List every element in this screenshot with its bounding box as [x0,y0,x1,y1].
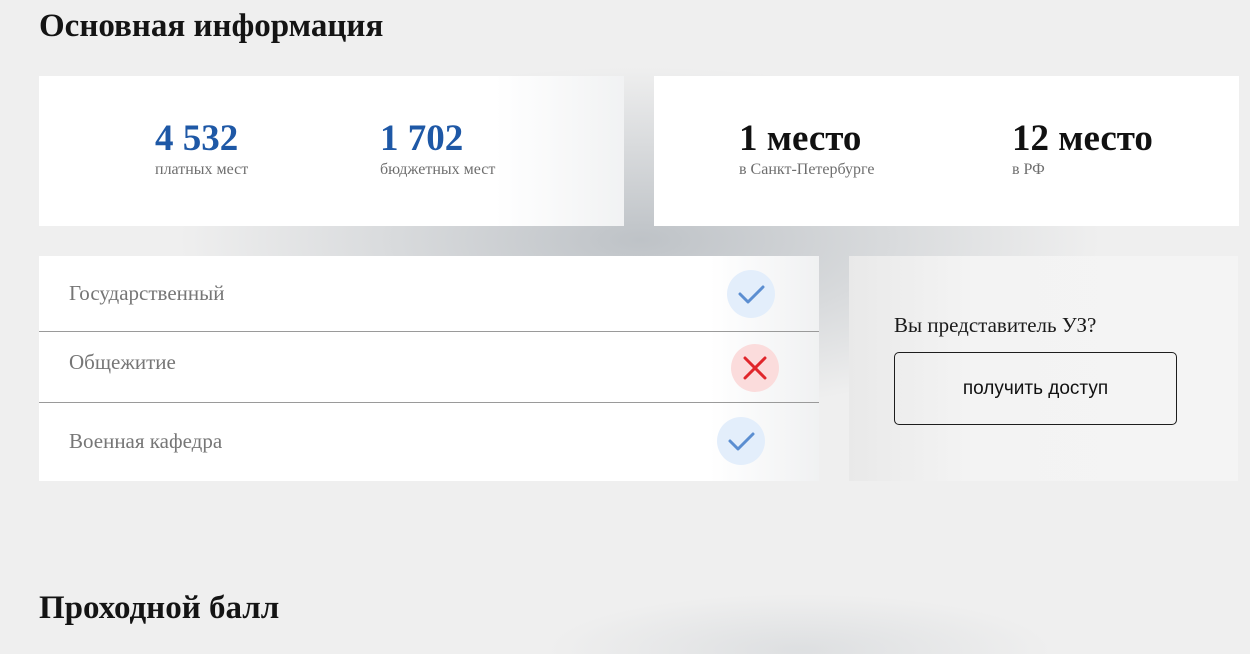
city-rank-stat: 1 место в Санкт-Петербурге [739,118,875,179]
country-rank-value: 12 место [1012,118,1153,159]
access-question: Вы представитель УЗ? [894,313,1097,337]
check-icon [727,270,775,318]
budget-seats-label: бюджетных мест [380,161,496,178]
budget-seats-value: 1 702 [380,118,464,159]
paid-seats-stat: 4 532 платных мест [155,118,248,179]
section-title-main-info: Основная информация [39,8,384,44]
country-rank-label: в РФ [1012,161,1045,178]
feature-row-dormitory: Общежитие [39,332,819,402]
budget-seats-stat: 1 702 бюджетных мест [380,118,495,179]
city-rank-value: 1 место [739,118,862,159]
feature-label-state: Государственный [69,281,225,305]
section-title-passing-score: Проходной балл [39,590,280,626]
seats-card: 4 532 платных мест 1 702 бюджетных мест [39,76,624,226]
country-rank-stat: 12 место в РФ [1012,118,1153,179]
feature-label-dormitory: Общежитие [69,350,176,374]
ranking-card: 1 место в Санкт-Петербурге 12 место в РФ [654,76,1239,226]
access-card: Вы представитель УЗ? получить доступ [849,256,1238,481]
paid-seats-value: 4 532 [155,118,239,159]
feature-label-military: Военная кафедра [69,429,223,453]
check-icon [717,417,765,465]
feature-row-military: Военная кафедра [39,403,819,481]
feature-row-state: Государственный [39,256,819,331]
paid-seats-label: платных мест [155,161,249,178]
features-card: Государственный Общежитие Военная кафедр… [39,256,819,481]
get-access-button[interactable]: получить доступ [894,352,1177,425]
city-rank-label: в Санкт-Петербурге [739,161,875,178]
cross-icon [731,344,779,392]
